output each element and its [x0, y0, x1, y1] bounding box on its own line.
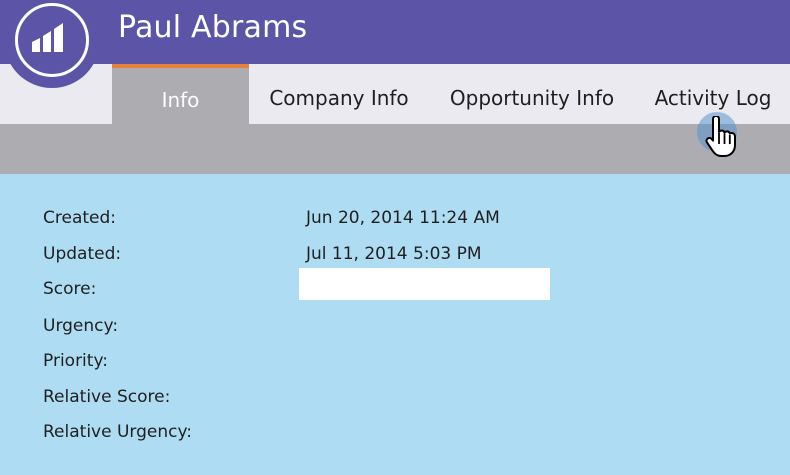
- tab-opportunity-info[interactable]: Opportunity Info: [443, 64, 621, 124]
- tab-info[interactable]: Info: [112, 64, 249, 124]
- updated-row: Updated: Jul 11, 2014 5:03 PM: [43, 239, 743, 269]
- urgency-label: Urgency:: [43, 316, 119, 336]
- relative-urgency-label: Relative Urgency:: [43, 422, 193, 442]
- created-label: Created:: [43, 208, 117, 228]
- priority-label: Priority:: [43, 351, 108, 371]
- score-label: Score:: [43, 279, 97, 299]
- score-row: Score:: [43, 268, 743, 304]
- tab-bar: Info Company Info Opportunity Info Activ…: [0, 64, 790, 124]
- created-row: Created: Jun 20, 2014 11:24 AM: [43, 203, 743, 233]
- person-name: Paul Abrams: [118, 10, 308, 45]
- toolbar-strip: [0, 124, 790, 174]
- relative-score-label: Relative Score:: [43, 387, 171, 407]
- marketo-bars-icon: [32, 23, 63, 52]
- relative-urgency-row: Relative Urgency:: [43, 417, 743, 447]
- priority-row: Priority:: [43, 346, 743, 376]
- score-field[interactable]: [299, 268, 550, 300]
- created-value: Jun 20, 2014 11:24 AM: [306, 208, 500, 228]
- updated-value: Jul 11, 2014 5:03 PM: [306, 244, 482, 264]
- relative-score-row: Relative Score:: [43, 382, 743, 412]
- tab-company-info[interactable]: Company Info: [262, 64, 416, 124]
- updated-label: Updated:: [43, 244, 122, 264]
- urgency-row: Urgency:: [43, 311, 743, 341]
- lead-details-panel: Created: Jun 20, 2014 11:24 AM Updated: …: [0, 174, 790, 475]
- header-bar: Paul Abrams: [0, 0, 790, 64]
- hand-pointer-icon: [705, 116, 736, 157]
